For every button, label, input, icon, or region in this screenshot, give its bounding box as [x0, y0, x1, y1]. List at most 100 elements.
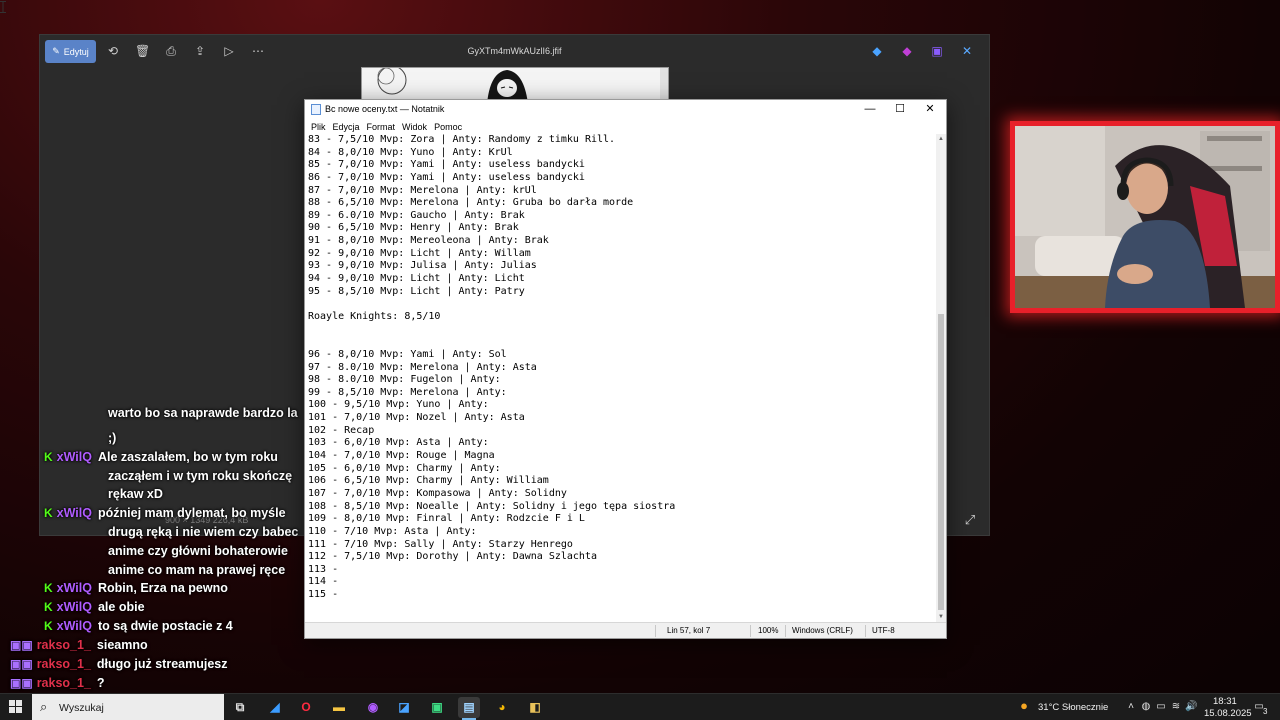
maximize-button[interactable]: ☐ [885, 100, 915, 119]
chat-message: anime co mam na prawej ręce [108, 563, 285, 577]
chat-message: warto bo sa naprawde bardzo la [108, 406, 298, 420]
opera-icon[interactable]: O [295, 697, 317, 718]
clipchamp-video-icon[interactable]: ▣ [930, 44, 944, 58]
chat-text: anime czy główni bohaterowie [108, 544, 288, 558]
app-icon[interactable]: ✕ [960, 44, 974, 58]
chat-username[interactable]: xWilQ [57, 506, 92, 520]
search-icon: ⌕ [40, 699, 48, 714]
text-line: 115 - [308, 589, 339, 601]
taskbar-search[interactable]: ⌕ Wyszukaj [32, 694, 224, 720]
text-line: 88 - 6,5/10 Mvp: Merelona | Anty: Gruba … [308, 197, 634, 209]
chat-username[interactable]: rakso_1_ [37, 638, 91, 652]
chat-username[interactable]: xWilQ [57, 581, 92, 595]
task-view-icon[interactable]: ⧉ [229, 697, 251, 718]
text-cursor-icon [0, 0, 1280, 18]
start-button[interactable] [9, 700, 23, 714]
text-line: 102 - Recap [308, 424, 375, 436]
text-editor[interactable]: 83 - 7,5/10 Mvp: Zora | Anty: Randomy z … [307, 134, 937, 622]
text-line: 95 - 8,5/10 Mvp: Licht | Anty: Patry [308, 285, 525, 297]
volume-icon[interactable]: 🔊 [1185, 701, 1197, 713]
chat-username[interactable]: rakso_1_ [37, 657, 91, 671]
menu-format[interactable]: Format [364, 119, 400, 134]
photos-toolbar: ✎ Edytuj ⟲ 🗑 ⎙ ⇪ ▷ ⋯ GyXTm4mWkAUzlI6.jfi… [40, 35, 989, 69]
scroll-up-icon[interactable]: ▲ [936, 134, 946, 144]
clock-date[interactable]: 15.08.2025 [1204, 708, 1252, 719]
text-line: 107 - 7,0/10 Mvp: Kompasowa | Anty: Soli… [308, 487, 567, 499]
text-line: 91 - 8,0/10 Mvp: Mereoleona | Anty: Brak [308, 235, 549, 247]
text-line: 103 - 6,0/10 Mvp: Asta | Anty: [308, 437, 489, 449]
discord-icon[interactable]: ◉ [362, 697, 384, 718]
file-explorer-icon[interactable]: ▬ [328, 697, 350, 718]
notepad-taskbar-icon[interactable]: ▤ [458, 697, 480, 720]
vertical-scrollbar[interactable]: ▲ ▼ [936, 134, 946, 622]
paint-icon[interactable]: ◆ [870, 44, 884, 58]
text-line: 104 - 7,0/10 Mvp: Rouge | Magna [308, 450, 495, 462]
chat-message: ▣▣ rakso_1_ długo już streamujesz [10, 657, 228, 671]
text-line: 106 - 6,5/10 Mvp: Charmy | Anty: William [308, 475, 549, 487]
twitch-badge-icon: ▣▣ [10, 657, 33, 671]
chat-message: KxWilQ ale obie [44, 600, 145, 614]
chat-username[interactable]: xWilQ [57, 450, 92, 464]
chat-message: ;) [108, 431, 116, 445]
chat-text: zacząłem i w tym roku skończę [108, 469, 293, 483]
app-explorer-icon[interactable]: ◢ [264, 697, 286, 718]
status-bar: Lin 57, kol 7 100% Windows (CRLF) UTF-8 [305, 622, 946, 638]
chat-text: Ale zaszalałem, bo w tym roku [97, 450, 278, 464]
text-line: 84 - 8,0/10 Mvp: Yuno | Anty: KrUl [308, 146, 513, 158]
window-title: Bc nowe oceny.txt — Notatnik [325, 104, 445, 114]
chat-message: KxWilQ to są dwie postacie z 4 [44, 619, 233, 633]
chat-text: to są dwie postacie z 4 [97, 619, 233, 633]
chat-text: drugą ręką i nie wiem czy babec [108, 525, 299, 539]
close-button[interactable]: ✕ [915, 100, 945, 119]
wifi-icon[interactable]: ≋ [1170, 701, 1182, 713]
clipchamp-icon[interactable]: ◆ [900, 44, 914, 58]
notepad-titlebar: Bc nowe oceny.txt — Notatnik — ☐ ✕ [305, 100, 946, 119]
search-placeholder: Wyszukaj [59, 702, 104, 714]
tray-app-icon[interactable]: ◍ [1140, 701, 1152, 713]
scroll-down-icon[interactable]: ▼ [936, 612, 946, 622]
kick-badge-icon: K [44, 619, 53, 633]
text-line: 90 - 6,5/10 Mvp: Henry | Anty: Brak [308, 222, 519, 234]
sun-icon: ● [1020, 698, 1028, 713]
chevron-up-icon[interactable]: ˄ [1125, 701, 1137, 713]
paint-app-icon[interactable]: ◪ [393, 697, 415, 718]
chat-text: anime co mam na prawej ręce [108, 563, 286, 577]
menu-widok[interactable]: Widok [399, 119, 431, 134]
clock-time[interactable]: 18:31 [1213, 696, 1237, 707]
chat-text: ;) [108, 431, 117, 445]
app-other-icon[interactable]: ◧ [524, 697, 546, 718]
photo-image [361, 67, 669, 103]
chat-text: ale obie [97, 600, 145, 614]
chat-username[interactable]: xWilQ [57, 619, 92, 633]
minimize-button[interactable]: — [855, 100, 885, 119]
menu-edycja[interactable]: Edycja [330, 119, 364, 134]
text-line [308, 336, 937, 349]
text-line: 105 - 6,0/10 Mvp: Charmy | Anty: [308, 462, 501, 474]
notepad-app-icon [311, 104, 321, 115]
chat-text: warto bo sa naprawde bardzo la [108, 406, 298, 420]
text-line: 92 - 9,0/10 Mvp: Licht | Anty: Willam [308, 247, 531, 259]
text-line: 101 - 7,0/10 Mvp: Nozel | Anty: Asta [308, 412, 525, 424]
text-line [308, 298, 937, 311]
kick-badge-icon: K [44, 600, 53, 614]
chat-text: Robin, Erza na pewno [97, 581, 228, 595]
text-line: 111 - 7/10 Mvp: Sally | Anty: Starzy Hen… [308, 538, 573, 550]
menu-pomoc[interactable]: Pomoc [431, 119, 466, 134]
network-icon[interactable]: ▭ [1155, 701, 1167, 713]
chat-username[interactable]: xWilQ [57, 600, 92, 614]
text-line: Roayle Knights: 8,5/10 [308, 310, 441, 322]
taskbar: ⌕ Wyszukaj ⧉ ◢ O ▬ ◉ ◪ ▣ ▤ ◕ ◧ ● 31°C Sł… [0, 693, 1280, 720]
text-line [308, 324, 937, 337]
chat-username[interactable]: rakso_1_ [37, 676, 91, 690]
text-line: 96 - 8,0/10 Mvp: Yami | Anty: Sol [308, 348, 507, 360]
kick-badge-icon: K [44, 450, 53, 464]
text-line: 99 - 8,5/10 Mvp: Merelona | Anty: [308, 386, 507, 398]
game-app-icon[interactable]: ▣ [426, 697, 448, 718]
menu-bar: Plik Edycja Format Widok Pomoc [305, 119, 946, 134]
kick-badge-icon: K [44, 506, 53, 520]
chrome-icon[interactable]: ◕ [491, 697, 513, 718]
weather-text[interactable]: 31°C Słonecznie [1038, 702, 1108, 713]
menu-plik[interactable]: Plik [308, 119, 330, 134]
scrollbar-thumb[interactable] [938, 314, 944, 610]
expand-icon[interactable]: ⤢ [963, 513, 977, 527]
